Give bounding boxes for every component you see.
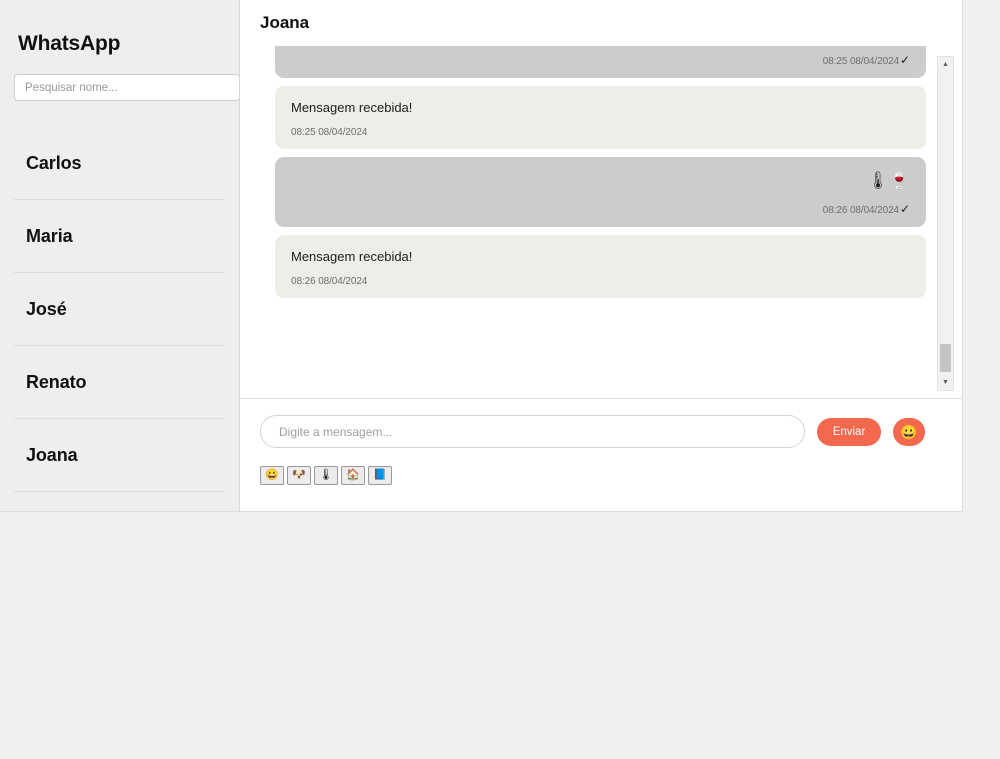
message-timestamp: 08:25 08/04/2024 bbox=[291, 127, 368, 138]
message-meta: 08:26 08/04/2024✓ bbox=[291, 202, 910, 216]
blue-book-icon: 📘 bbox=[373, 469, 387, 481]
chat-header: Joana bbox=[240, 0, 962, 46]
scrollbar-thumb[interactable] bbox=[940, 344, 951, 372]
sidebar-item-maria[interactable]: Maria bbox=[14, 200, 225, 273]
send-button[interactable]: Enviar bbox=[817, 417, 881, 446]
search-input[interactable] bbox=[14, 74, 239, 101]
page-title: WhatsApp bbox=[18, 32, 121, 55]
message-timestamp: 08:26 08/04/2024 bbox=[291, 276, 368, 287]
message-list: ▢ 08:25 08/04/2024✓ Mensagem recebida! 0… bbox=[240, 46, 944, 398]
contact-name: Maria bbox=[26, 225, 73, 246]
composer: Enviar 😀 😀 🐶 🌡 🏠 📘 bbox=[240, 399, 962, 511]
message-timestamp: 08:26 08/04/2024 bbox=[822, 205, 900, 216]
contact-list: Carlos Maria José Renato Joana bbox=[14, 127, 225, 492]
emoji-picker-toggle-button[interactable]: 😀 bbox=[893, 417, 925, 446]
sidebar-item-joana[interactable]: Joana bbox=[14, 419, 225, 492]
house-icon: 🏠 bbox=[346, 469, 360, 481]
sidebar: WhatsApp Carlos Maria José Renato Joana bbox=[0, 0, 240, 511]
sidebar-item-jose[interactable]: José bbox=[14, 273, 225, 346]
scroll-up-arrow-icon[interactable]: ▲ bbox=[938, 57, 953, 72]
dog-face-icon: 🐶 bbox=[292, 469, 306, 481]
message-text: Mensagem recebida! bbox=[291, 100, 413, 115]
contact-name: José bbox=[26, 298, 67, 319]
delivered-check-icon: ✓ bbox=[900, 53, 910, 67]
delivered-check-icon: ✓ bbox=[900, 202, 910, 216]
message-text: 🌡🍷 bbox=[867, 171, 910, 190]
whatsapp-app-window: WhatsApp Carlos Maria José Renato Joana … bbox=[0, 0, 963, 512]
contact-name: Renato bbox=[26, 371, 87, 392]
thermometer-emoji-button[interactable]: 🌡 bbox=[314, 466, 338, 485]
message-timestamp: 08:25 08/04/2024 bbox=[822, 56, 900, 67]
scroll-down-arrow-icon[interactable]: ▼ bbox=[938, 375, 953, 390]
composer-row: Enviar 😀 bbox=[260, 415, 942, 448]
blue-book-emoji-button[interactable]: 📘 bbox=[368, 466, 392, 485]
message-meta: 08:25 08/04/2024✓ bbox=[291, 53, 910, 67]
messages-region: ▢ 08:25 08/04/2024✓ Mensagem recebida! 0… bbox=[240, 46, 962, 398]
message-text: Mensagem recebida! bbox=[291, 249, 413, 264]
emoji-palette: 😀 🐶 🌡 🏠 📘 bbox=[260, 466, 942, 485]
message-bubble-received: Mensagem recebida! 08:26 08/04/2024 bbox=[275, 235, 926, 298]
grinning-face-icon: 😀 bbox=[900, 423, 918, 440]
message-input[interactable] bbox=[260, 415, 805, 448]
contact-name: Carlos bbox=[26, 152, 82, 173]
contact-name: Joana bbox=[26, 444, 78, 465]
messages-scrollbar[interactable]: ▲ ▼ bbox=[937, 56, 954, 391]
message-meta: 08:26 08/04/2024 bbox=[291, 276, 910, 287]
grinning-face-emoji-button[interactable]: 😀 bbox=[260, 466, 284, 485]
grinning-face-icon: 😀 bbox=[265, 469, 279, 481]
thermometer-icon: 🌡 bbox=[319, 469, 333, 481]
chat-panel: Joana ▢ 08:25 08/04/2024✓ Mensagem receb… bbox=[240, 0, 962, 511]
sidebar-item-carlos[interactable]: Carlos bbox=[14, 127, 225, 200]
house-emoji-button[interactable]: 🏠 bbox=[341, 466, 365, 485]
message-bubble-sent: 🌡🍷 08:26 08/04/2024✓ bbox=[275, 157, 926, 227]
message-bubble-sent: ▢ 08:25 08/04/2024✓ bbox=[275, 46, 926, 78]
message-meta: 08:25 08/04/2024 bbox=[291, 127, 910, 138]
chat-title: Joana bbox=[260, 13, 310, 32]
message-bubble-received: Mensagem recebida! 08:25 08/04/2024 bbox=[275, 86, 926, 149]
dog-face-emoji-button[interactable]: 🐶 bbox=[287, 466, 311, 485]
sidebar-item-renato[interactable]: Renato bbox=[14, 346, 225, 419]
